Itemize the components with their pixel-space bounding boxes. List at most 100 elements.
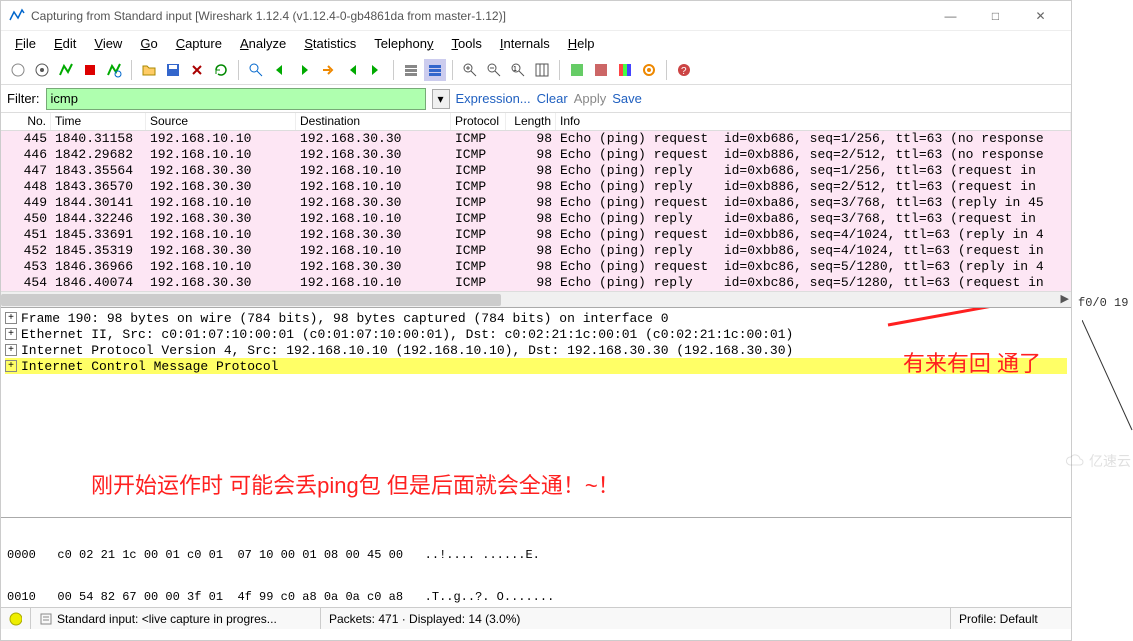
side-label: f0/0 19 [1078,296,1128,310]
packet-row[interactable]: 4521845.35319192.168.30.30192.168.10.10I… [1,243,1071,259]
status-input: Standard input: <live capture in progres… [31,608,321,629]
stop-capture-icon[interactable] [79,59,101,81]
watermark: 亿速云 [1065,451,1131,471]
expand-icon[interactable]: + [5,312,17,324]
cloud-icon [1065,451,1085,471]
annotation-success: 有来有回 通了 [903,346,1041,378]
status-profile[interactable]: Profile: Default [951,608,1071,629]
reload-icon[interactable] [210,59,232,81]
menu-file[interactable]: File [7,34,44,53]
save-file-icon[interactable] [162,59,184,81]
filter-label: Filter: [7,91,40,106]
toolbar: 1 ? [1,55,1071,85]
close-button[interactable]: ✕ [1018,2,1063,30]
detail-frame[interactable]: +Frame 190: 98 bytes on wire (784 bits),… [5,310,1067,326]
side-diagram-line [1082,320,1133,440]
expression-link[interactable]: Expression... [456,91,531,106]
svg-text:1: 1 [513,66,517,73]
packet-row[interactable]: 4461842.29682192.168.10.10192.168.30.30I… [1,147,1071,163]
zoom-reset-icon[interactable]: 1 [507,59,529,81]
filterbar: Filter: ▾ Expression... Clear Apply Save [1,85,1071,113]
col-length[interactable]: Length [506,113,556,130]
preferences-icon[interactable] [638,59,660,81]
status-packets: Packets: 471 · Displayed: 14 (3.0%) [321,608,951,629]
go-first-icon[interactable] [341,59,363,81]
menu-help[interactable]: Help [560,34,603,53]
titlebar: Capturing from Standard input [Wireshark… [1,1,1071,31]
menu-tools[interactable]: Tools [444,34,490,53]
menu-go[interactable]: Go [132,34,165,53]
packet-column-header: No. Time Source Destination Protocol Len… [1,113,1071,131]
svg-text:?: ? [681,66,687,77]
filter-input-wrap [46,88,426,110]
col-no[interactable]: No. [1,113,51,130]
start-capture-icon[interactable] [55,59,77,81]
filter-input[interactable] [51,91,421,106]
expand-icon[interactable]: + [5,328,17,340]
hex-row: 0000 c0 02 21 1c 00 01 c0 01 07 10 00 01… [7,548,1065,562]
hex-pane[interactable]: 0000 c0 02 21 1c 00 01 c0 01 07 10 00 01… [1,517,1071,607]
col-destination[interactable]: Destination [296,113,451,130]
h-scroll-right-icon[interactable]: ▶ [1061,292,1069,305]
menu-telephony[interactable]: Telephony [366,34,441,53]
coloring-rules-icon[interactable] [614,59,636,81]
annotation-note: 刚开始运作时 可能会丢ping包 但是后面就会全通！~！ [91,468,620,500]
find-icon[interactable] [245,59,267,81]
display-filters-icon[interactable] [590,59,612,81]
detail-ethernet[interactable]: +Ethernet II, Src: c0:01:07:10:00:01 (c0… [5,326,1067,342]
packet-row[interactable]: 4511845.33691192.168.10.10192.168.30.30I… [1,227,1071,243]
packet-row[interactable]: 4531846.36966192.168.10.10192.168.30.30I… [1,259,1071,275]
col-source[interactable]: Source [146,113,296,130]
go-back-icon[interactable] [269,59,291,81]
note-icon [39,612,53,626]
packet-row[interactable]: 4481843.36570192.168.30.30192.168.10.10I… [1,179,1071,195]
packet-row[interactable]: 4471843.35564192.168.30.30192.168.10.10I… [1,163,1071,179]
options-icon[interactable] [31,59,53,81]
go-to-icon[interactable] [317,59,339,81]
colorize-icon[interactable] [400,59,422,81]
app-icon [9,8,25,24]
packet-row[interactable]: 4501844.32246192.168.30.30192.168.10.10I… [1,211,1071,227]
minimize-button[interactable]: — [928,2,973,30]
go-last-icon[interactable] [365,59,387,81]
h-scroll-thumb[interactable] [1,294,501,306]
maximize-button[interactable]: □ [973,2,1018,30]
go-forward-icon[interactable] [293,59,315,81]
help-icon[interactable]: ? [673,59,695,81]
statusbar: Standard input: <live capture in progres… [1,607,1071,629]
apply-link[interactable]: Apply [574,91,607,106]
packet-row[interactable]: 4491844.30141192.168.10.10192.168.30.30I… [1,195,1071,211]
interfaces-icon[interactable] [7,59,29,81]
clear-link[interactable]: Clear [537,91,568,106]
hex-row: 0010 00 54 82 67 00 00 3f 01 4f 99 c0 a8… [7,590,1065,604]
col-info[interactable]: Info [556,113,1071,130]
zoom-in-icon[interactable] [459,59,481,81]
packet-row[interactable]: 4541846.40074192.168.30.30192.168.10.10I… [1,275,1071,291]
packet-list[interactable]: 4451840.31158192.168.10.10192.168.30.30I… [1,131,1071,291]
col-protocol[interactable]: Protocol [451,113,506,130]
autoscroll-icon[interactable] [424,59,446,81]
capture-filters-icon[interactable] [566,59,588,81]
menu-edit[interactable]: Edit [46,34,84,53]
col-time[interactable]: Time [51,113,146,130]
expand-icon[interactable]: + [5,344,17,356]
packet-row[interactable]: 4451840.31158192.168.10.10192.168.30.30I… [1,131,1071,147]
menu-capture[interactable]: Capture [168,34,230,53]
menu-analyze[interactable]: Analyze [232,34,294,53]
open-file-icon[interactable] [138,59,160,81]
save-link[interactable]: Save [612,91,642,106]
packet-details[interactable]: +Frame 190: 98 bytes on wire (784 bits),… [1,307,1071,517]
close-file-icon[interactable] [186,59,208,81]
h-scrollbar[interactable]: ▶ [1,291,1071,307]
menu-view[interactable]: View [86,34,130,53]
expert-info-icon[interactable] [1,608,31,629]
titlebar-text: Capturing from Standard input [Wireshark… [31,9,928,23]
menu-internals[interactable]: Internals [492,34,558,53]
restart-capture-icon[interactable] [103,59,125,81]
expand-icon[interactable]: + [5,360,17,372]
zoom-out-icon[interactable] [483,59,505,81]
filter-dropdown-icon[interactable]: ▾ [432,89,450,109]
menu-statistics[interactable]: Statistics [296,34,364,53]
resize-columns-icon[interactable] [531,59,553,81]
menubar: File Edit View Go Capture Analyze Statis… [1,31,1071,55]
